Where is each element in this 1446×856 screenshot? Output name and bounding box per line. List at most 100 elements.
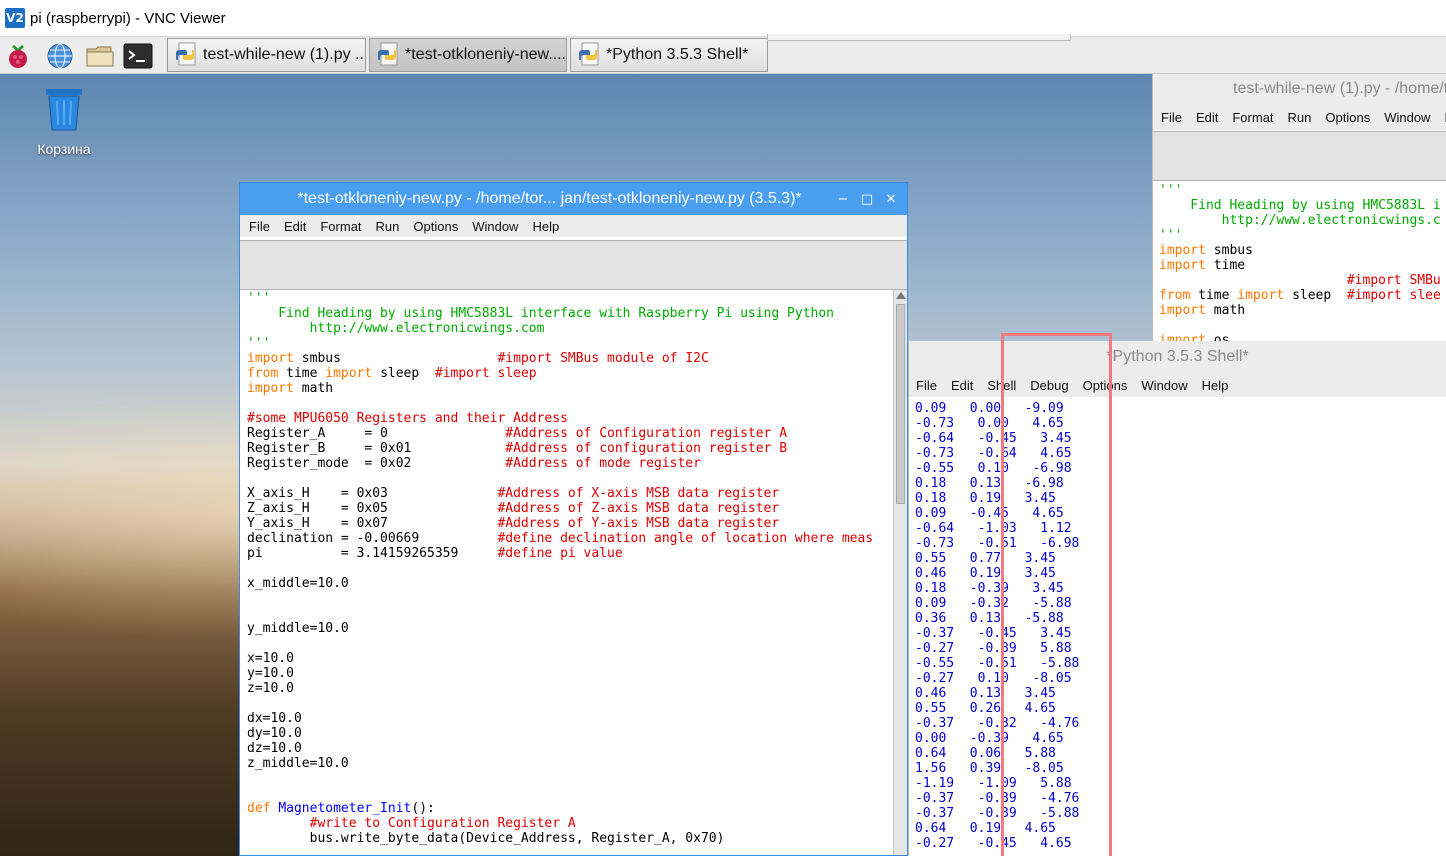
code-token: import xyxy=(1159,258,1206,273)
code-token: dx=10.0 xyxy=(247,711,302,726)
maximize-icon[interactable]: □ xyxy=(857,189,877,209)
shell-output-line: -0.37 -0.39 -4.76 xyxy=(915,791,1080,806)
code-token: X_axis_H = 0x03 xyxy=(247,486,498,501)
code-line: from time import sleep #import sleep xyxy=(247,366,873,381)
shell-output-line: 0.46 0.19 3.45 xyxy=(915,566,1056,581)
vertical-scrollbar[interactable] xyxy=(893,290,907,855)
shell-output-line: 0.36 0.13 -5.88 xyxy=(915,611,1064,626)
shell-output-line: 0.18 -0.39 3.45 xyxy=(915,581,1064,596)
shell-output-line: -0.37 -0.45 3.45 xyxy=(915,626,1072,641)
code-line: Register_mode = 0x02 #Address of mode re… xyxy=(247,456,873,471)
file-manager-icon[interactable] xyxy=(85,41,115,71)
code-token: import xyxy=(247,351,294,366)
shell-output-line: 1.56 0.39 -8.05 xyxy=(915,761,1064,776)
task-label: *Python 3.5.3 Shell* xyxy=(606,46,749,63)
code-token: sleep xyxy=(1284,288,1347,303)
code-line: X_axis_H = 0x03 #Address of X-axis MSB d… xyxy=(247,486,873,501)
shell-output-line: -0.64 -0.45 3.45 xyxy=(915,431,1072,446)
code-line: ''' xyxy=(1159,183,1441,198)
menu-help[interactable]: Help xyxy=(532,219,559,234)
editor-window-test-otkloneniy: *test-otkloneniy-new.py - /home/tor... j… xyxy=(239,182,908,856)
code-line: http://www.electronicwings.c xyxy=(1159,213,1441,228)
menu-file[interactable]: File xyxy=(916,378,937,393)
code-line: #some MPU6050 Registers and their Addres… xyxy=(247,411,873,426)
window-titlebar[interactable]: test-while-new (1).py - /home/t xyxy=(1153,74,1446,104)
menu-window[interactable]: Window xyxy=(1384,110,1430,125)
code-token: import xyxy=(1159,243,1206,258)
code-token: y_middle=10.0 xyxy=(247,621,349,636)
menu-options[interactable]: Options xyxy=(1083,378,1128,393)
scrollbar-thumb[interactable] xyxy=(896,304,905,504)
code-line: z_middle=10.0 xyxy=(247,756,873,771)
shell-output-line: 0.64 0.19 4.65 xyxy=(915,821,1056,836)
menu-window[interactable]: Window xyxy=(1141,378,1187,393)
trash-desktop-item[interactable]: Корзина xyxy=(26,86,102,157)
vnc-logo-icon: V2 xyxy=(5,8,25,28)
menu-debug[interactable]: Debug xyxy=(1030,378,1068,393)
code-line: pi = 3.14159265359 #define pi value xyxy=(247,546,873,561)
menu-shell[interactable]: Shell xyxy=(987,378,1016,393)
code-token: #Address of Y-axis MSB data register xyxy=(497,516,780,531)
code-token: ''' xyxy=(247,291,271,306)
menu-run[interactable]: Run xyxy=(376,219,400,234)
shell-output-line: -0.64 -1.03 1.12 xyxy=(915,521,1072,536)
menu-edit[interactable]: Edit xyxy=(1196,110,1218,125)
code-token: #some MPU6050 Registers and their Addres… xyxy=(247,411,568,426)
code-token: sleep xyxy=(372,366,435,381)
code-token: dy=10.0 xyxy=(247,726,302,741)
menu-options[interactable]: Options xyxy=(1325,110,1370,125)
window-titlebar[interactable]: *Python 3.5.3 Shell* xyxy=(909,341,1446,373)
shell-output[interactable]: 0.09 0.00 -9.09 -0.73 0.00 4.65 -0.64 -0.4… xyxy=(915,401,1079,851)
window-title: *test-otkloneniy-new.py - /home/tor... j… xyxy=(297,190,802,207)
code-token: Find Heading by using HMC5883L i xyxy=(1159,198,1441,213)
minimize-icon[interactable]: − xyxy=(833,189,853,209)
code-token: from xyxy=(247,366,279,381)
raspberry-menu-icon[interactable] xyxy=(3,41,33,71)
menu-file[interactable]: File xyxy=(1161,110,1182,125)
menu-window[interactable]: Window xyxy=(472,219,518,234)
code-token: import xyxy=(247,381,294,396)
code-line: from time import sleep #import slee xyxy=(1159,288,1441,303)
code-token: ''' xyxy=(247,336,271,351)
code-token: Register_B = 0x01 xyxy=(247,441,506,456)
menu-file[interactable]: File xyxy=(249,219,270,234)
task-test-otkloneniy[interactable]: *test-otkloneniy-new.... xyxy=(369,38,567,72)
python-shell-window: *Python 3.5.3 Shell* File Edit Shell Debug O… xyxy=(908,341,1446,856)
menubar: FileEditFormatRunOptionsWindowHelp xyxy=(1153,104,1446,130)
menu-format[interactable]: Format xyxy=(1232,110,1273,125)
code-token: time xyxy=(1190,288,1238,303)
menu-format[interactable]: Format xyxy=(320,219,361,234)
code-token: #Address of X-axis MSB data register xyxy=(497,486,780,501)
shell-output-line: 0.64 0.06 5.88 xyxy=(915,746,1056,761)
code-line: y=10.0 xyxy=(247,666,873,681)
menu-edit[interactable]: Edit xyxy=(284,219,306,234)
code-editor[interactable]: ''' Find Heading by using HMC5883L inter… xyxy=(247,291,873,846)
toolbar-area xyxy=(240,240,907,290)
shell-output-line: 0.18 0.13 -6.98 xyxy=(915,476,1064,491)
toolbar-area xyxy=(1153,131,1446,181)
code-token: import xyxy=(1237,288,1285,303)
web-browser-icon[interactable] xyxy=(45,41,75,71)
shell-output-line: 0.18 0.19 3.45 xyxy=(915,491,1056,506)
code-token: Magnetometer_Init xyxy=(278,801,412,816)
menu-help[interactable]: Help xyxy=(1202,378,1229,393)
task-test-while-new[interactable]: test-while-new (1).py ... xyxy=(167,38,366,72)
menu-edit[interactable]: Edit xyxy=(951,378,973,393)
code-editor[interactable]: ''' Find Heading by using HMC5883L i htt… xyxy=(1159,183,1441,344)
code-line: import math xyxy=(247,381,873,396)
python-file-icon xyxy=(176,42,196,66)
task-python-shell[interactable]: *Python 3.5.3 Shell* xyxy=(570,38,768,72)
window-titlebar[interactable]: *test-otkloneniy-new.py - /home/tor... j… xyxy=(240,183,907,215)
close-icon[interactable]: ✕ xyxy=(881,189,901,209)
window-title: *Python 3.5.3 Shell* xyxy=(1106,348,1249,365)
scroll-up-arrow-icon[interactable] xyxy=(896,292,906,299)
menu-options[interactable]: Options xyxy=(413,219,458,234)
menu-run[interactable]: Run xyxy=(1288,110,1312,125)
terminal-icon[interactable] xyxy=(123,41,153,71)
code-token: time xyxy=(1205,258,1246,273)
